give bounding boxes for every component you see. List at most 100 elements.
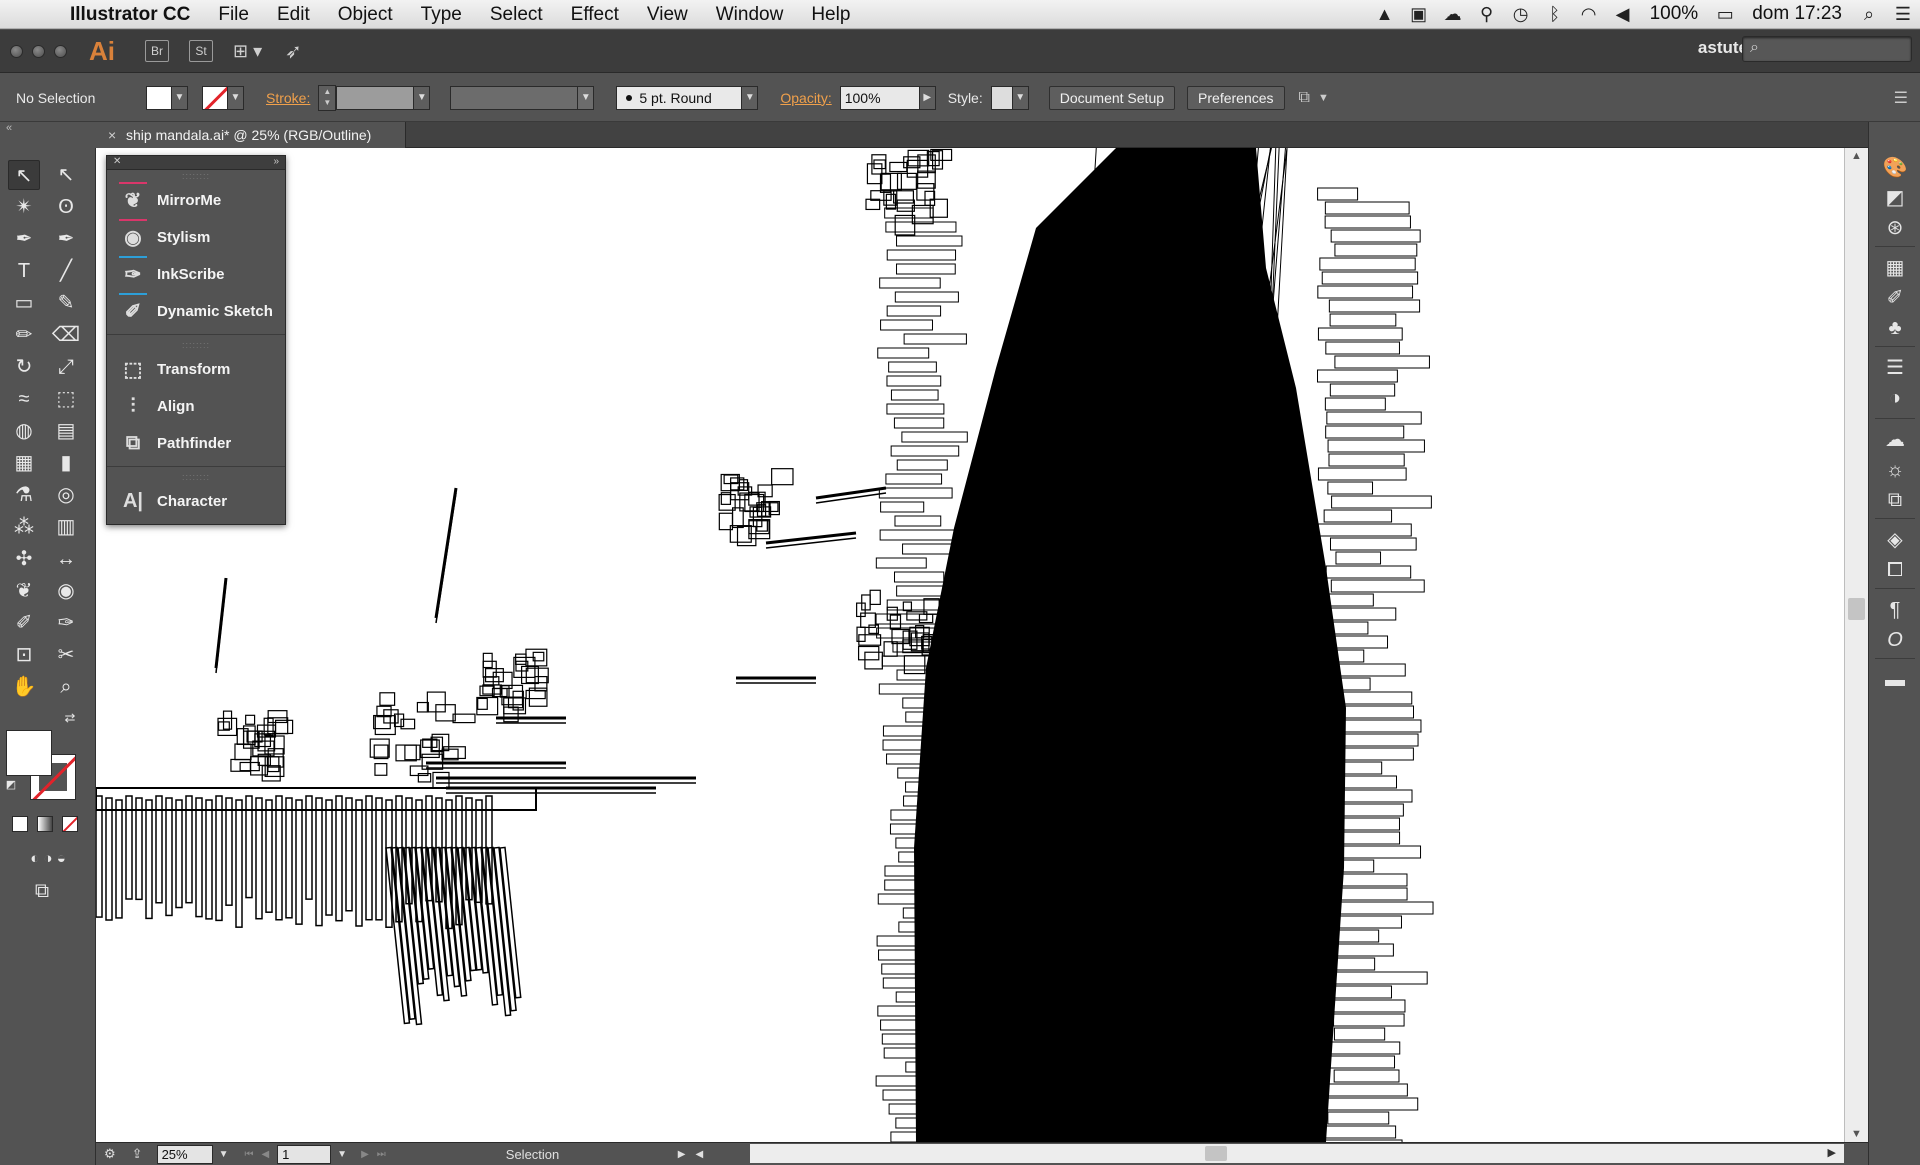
magic-wand-tool-icon[interactable]: ✴	[8, 192, 40, 222]
panel-grip[interactable]: ::::::::	[107, 471, 285, 483]
isolate-selection-icon[interactable]: ⧉	[1299, 89, 1310, 107]
width-stretch-tool-icon[interactable]: ↔	[50, 544, 82, 574]
rotate-tool-icon[interactable]: ↻	[8, 352, 40, 382]
creative-cloud-icon[interactable]: ☁	[1436, 4, 1470, 25]
rectangle-tool-icon[interactable]: ▭	[8, 288, 40, 318]
recolor-icon[interactable]: ⊛	[1881, 214, 1909, 242]
default-colors-icon[interactable]: ◩	[2, 776, 20, 794]
expand-panels-icon[interactable]: »	[273, 156, 279, 167]
profile-dropdown[interactable]: ▼	[578, 85, 595, 110]
chevron-down-icon[interactable]: ▼	[1318, 92, 1329, 104]
symbols-icon[interactable]: ♣	[1881, 314, 1909, 342]
display-icon[interactable]: ▣	[1402, 4, 1436, 25]
vertical-scrollbar[interactable]: ▲ ▼	[1844, 148, 1868, 1142]
panel-item-stylism[interactable]: ◉ Stylism	[107, 219, 285, 256]
panel-item-pathfinder[interactable]: ⧉ Pathfinder	[107, 425, 285, 462]
bridge-button[interactable]: Br	[145, 40, 169, 62]
free-transform-tool-icon[interactable]: ⬚	[50, 384, 82, 414]
paintbrush-tool-icon[interactable]: ✎	[50, 288, 82, 318]
width-tool-icon[interactable]: ≈	[8, 384, 40, 414]
bluetooth-icon[interactable]: ᛒ	[1538, 4, 1572, 25]
arrange-documents-button[interactable]: ⊞ ▾	[233, 40, 273, 62]
panel-item-character[interactable]: A| Character	[107, 483, 285, 520]
swatches-icon[interactable]: ▦	[1881, 254, 1909, 282]
variable-width-profile-field[interactable]	[450, 85, 579, 110]
transparency-icon[interactable]: ▬	[1881, 666, 1909, 694]
opentype-icon[interactable]: O	[1881, 626, 1909, 654]
hand-tool-icon[interactable]: ✋	[8, 672, 40, 702]
microphone-icon[interactable]: ⚲	[1470, 4, 1504, 25]
artboard-tool-icon[interactable]: ⊡	[8, 640, 40, 670]
panel-item-mirrorme[interactable]: ❦ MirrorMe	[107, 182, 285, 219]
menu-type[interactable]: Type	[407, 0, 476, 29]
libraries-icon[interactable]: ☁	[1881, 426, 1909, 454]
document-tab[interactable]: × ship mandala.ai* @ 25% (RGB/Outline)	[96, 122, 406, 148]
curvature-tool-icon[interactable]: ✒	[50, 224, 82, 254]
color-mode-button[interactable]	[12, 816, 28, 832]
stroke-dropdown-arrow[interactable]: ▼	[228, 85, 244, 110]
none-mode-button[interactable]	[62, 816, 78, 832]
screen-mode-icon[interactable]: ⧉	[26, 876, 58, 906]
reposition-tool-icon[interactable]: ✣	[8, 544, 40, 574]
fill-color-box[interactable]	[6, 730, 52, 776]
preferences-button[interactable]: Preferences	[1187, 85, 1285, 110]
document-setup-button[interactable]: Document Setup	[1048, 85, 1176, 110]
wifi-icon[interactable]: ◠	[1572, 4, 1606, 25]
gradient-mode-button[interactable]	[37, 816, 53, 832]
shape-builder-tool-icon[interactable]: ◍	[8, 416, 40, 446]
appearance-icon[interactable]: ☼	[1881, 456, 1909, 484]
direct-selection-tool-icon[interactable]: ↖	[50, 160, 82, 190]
clock[interactable]: dom 17:23	[1742, 3, 1852, 25]
status-menu-arrow[interactable]: ▶	[678, 1149, 686, 1160]
next-artboard-button[interactable]: ▶	[361, 1149, 369, 1160]
menu-window[interactable]: Window	[702, 0, 798, 29]
menu-help[interactable]: Help	[797, 0, 864, 29]
asset-export-icon[interactable]: ⧉	[1881, 486, 1909, 514]
menu-view[interactable]: View	[633, 0, 702, 29]
artboard-canvas[interactable]: +	[96, 148, 1844, 1142]
opacity-field[interactable]: 100%	[839, 85, 920, 110]
time-machine-icon[interactable]: ◷	[1504, 4, 1538, 25]
close-window-button[interactable]	[10, 44, 23, 58]
feather-icon[interactable]: ➶	[285, 39, 302, 64]
notification-center-icon[interactable]: ☰	[1886, 4, 1920, 25]
scroll-left-arrow[interactable]: ◀	[695, 1149, 703, 1160]
stroke-swatch[interactable]	[202, 85, 228, 110]
first-artboard-button[interactable]: ⏮	[244, 1149, 253, 1160]
scroll-right-arrow[interactable]: ▶	[1828, 1146, 1836, 1159]
layers-icon[interactable]: ◈	[1881, 526, 1909, 554]
column-graph-tool-icon[interactable]: ▥	[50, 512, 82, 542]
floating-panel-header[interactable]: ✕ »	[107, 156, 285, 170]
type-tool-icon[interactable]: T	[8, 256, 40, 286]
stroke-weight-stepper[interactable]: ▲ ▼	[318, 84, 337, 111]
menu-app-name[interactable]: Illustrator CC	[60, 0, 204, 29]
graphic-style-swatch[interactable]	[990, 85, 1013, 110]
close-icon[interactable]: ✕	[113, 156, 121, 167]
eraser-tool-icon[interactable]: ⌫	[50, 320, 82, 350]
pen-tool-icon[interactable]: ✒	[8, 224, 40, 254]
paragraph-icon[interactable]: ¶	[1881, 596, 1909, 624]
zoom-dropdown-arrow[interactable]: ▼	[219, 1149, 229, 1160]
color-palette-icon[interactable]: 🎨	[1881, 154, 1909, 182]
lasso-tool-icon[interactable]: ʘ	[50, 192, 82, 222]
brushes-icon[interactable]: ✐	[1881, 284, 1909, 312]
gradient-tool-icon[interactable]: ▮	[50, 448, 82, 478]
spotlight-search-icon[interactable]: ⌕	[1852, 4, 1886, 25]
horizontal-scroll-thumb[interactable]	[1205, 1146, 1227, 1161]
brush-dropdown[interactable]: ▼	[742, 85, 759, 110]
panel-grip[interactable]: ::::::::	[107, 170, 285, 182]
gpu-settings-icon[interactable]: ⚙	[104, 1146, 116, 1162]
zoom-level-field[interactable]: 25%	[156, 1144, 213, 1164]
artboard-number-field[interactable]: 1	[277, 1144, 332, 1164]
collapse-toolbox-icon[interactable]: «	[6, 122, 12, 142]
dynamic-sketch-tool-icon[interactable]: ✐	[8, 608, 40, 638]
menu-edit[interactable]: Edit	[263, 0, 324, 29]
stylism-tool-icon[interactable]: ◉	[50, 576, 82, 606]
stroke-panel-icon[interactable]: ☰	[1881, 354, 1909, 382]
artboards-icon[interactable]: ⧠	[1881, 556, 1909, 584]
mirrorme-tool-icon[interactable]: ❦	[8, 576, 40, 606]
style-dropdown[interactable]: ▼	[1012, 85, 1029, 110]
gradient-panel-icon[interactable]: ◑	[1881, 384, 1909, 412]
stroke-weight-field[interactable]	[336, 85, 415, 110]
selection-tool-icon[interactable]: ↖	[8, 160, 40, 190]
